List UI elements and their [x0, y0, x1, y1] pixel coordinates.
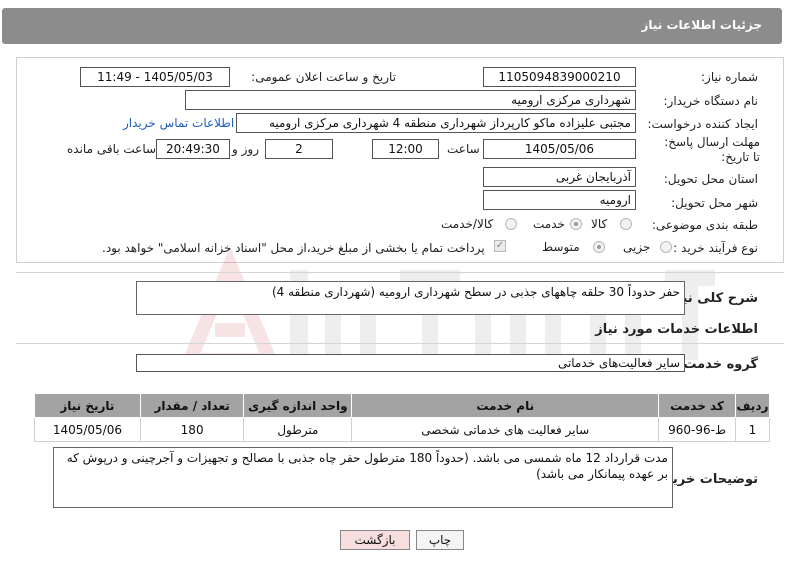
creator-field[interactable]: مجتبی علیزاده ماکو کارپرداز شهرداری منطق…: [236, 113, 636, 133]
category-goods-service-radio[interactable]: [505, 218, 517, 230]
col-name-header: نام خدمت: [351, 393, 660, 418]
table-header-row: ردیف کد خدمت نام خدمت واحد اندازه گیری ت…: [34, 393, 771, 418]
category-goods-service-label: کالا/خدمت: [441, 217, 494, 231]
col-qty-header: تعداد / مقدار: [139, 393, 245, 418]
section-divider: [16, 272, 784, 273]
need-date-cell: 1405/05/06: [34, 417, 141, 442]
col-unit-header: واحد اندازه گیری: [243, 393, 353, 418]
col-code-header: کد خدمت: [658, 393, 736, 418]
service-code-cell: ط-96-960: [658, 417, 736, 442]
category-goods-radio[interactable]: [620, 218, 632, 230]
city-label: شهر محل تحویل:: [671, 196, 758, 210]
summary-field[interactable]: حفر حدوداً 30 حلقه چاههای جذبی در سطح شه…: [136, 281, 685, 315]
province-field[interactable]: آذربایجان غربی: [483, 167, 636, 187]
announce-date-label: تاریخ و ساعت اعلان عمومی:: [251, 70, 396, 84]
print-button[interactable]: چاپ: [416, 530, 464, 550]
back-button[interactable]: بازگشت: [340, 530, 410, 550]
process-minor-radio[interactable]: [660, 241, 672, 253]
payment-note: پرداخت تمام یا بخشی از مبلغ خرید،از محل …: [102, 241, 485, 255]
buyer-org-label: نام دستگاه خریدار:: [663, 94, 759, 108]
table-row: 1 ط-96-960 سایر فعالیت های خدماتی شخصی م…: [34, 417, 771, 442]
unit-cell: مترطول: [243, 417, 353, 442]
category-goods-label: کالا: [591, 217, 608, 231]
remaining-time-label: ساعت باقی مانده: [67, 142, 157, 156]
process-minor-label: جزیی: [623, 240, 651, 254]
treasury-payment-checkbox[interactable]: ✓: [494, 240, 506, 252]
buyer-notes-field[interactable]: مدت قرارداد 12 ماه شمسی می باشد. (حدوداً…: [53, 447, 673, 508]
category-label: طبقه بندی موضوعی:: [651, 218, 758, 232]
row-number-cell: 1: [734, 417, 771, 442]
service-group-label: گروه خدمت:: [678, 357, 758, 372]
province-label: استان محل تحویل:: [663, 172, 758, 186]
services-section-title: اطلاعات خدمات مورد نیاز: [595, 322, 758, 337]
deadline-time-label: ساعت: [447, 142, 480, 156]
section-divider: [16, 343, 784, 344]
deadline-time-field[interactable]: 12:00: [372, 139, 439, 159]
days-field[interactable]: 2: [265, 139, 333, 159]
process-medium-label: متوسط: [542, 240, 580, 254]
days-label: روز و: [232, 142, 259, 156]
remaining-time-field[interactable]: 20:49:30: [156, 139, 230, 159]
col-date-header: تاریخ نیاز: [34, 393, 141, 418]
buyer-org-field[interactable]: شهرداری مرکزی ارومیه: [185, 90, 636, 110]
service-group-field[interactable]: سایر فعالیت‌های خدماتی: [136, 354, 685, 372]
page-title: جزئیات اطلاعات نیاز: [641, 18, 762, 32]
service-name-cell: سایر فعالیت های خدماتی شخصی: [351, 417, 660, 442]
buyer-contact-link[interactable]: اطلاعات تماس خریدار: [123, 116, 234, 130]
announce-date-field[interactable]: 1405/05/03 - 11:49: [80, 67, 230, 87]
deadline-date-field[interactable]: 1405/05/06: [483, 139, 636, 159]
need-number-label: شماره نیاز:: [701, 70, 758, 84]
process-label: نوع فرآیند خرید :: [673, 241, 758, 255]
services-table: ردیف کد خدمت نام خدمت واحد اندازه گیری ت…: [34, 393, 771, 442]
deadline-label: مهلت ارسال پاسخ: تا تاریخ:: [664, 135, 760, 164]
city-field[interactable]: ارومیه: [483, 190, 636, 210]
need-number-field[interactable]: 1105094839000210: [483, 67, 636, 87]
col-row-header: ردیف: [734, 393, 771, 418]
creator-label: ایجاد کننده درخواست:: [647, 117, 758, 131]
category-service-radio[interactable]: [570, 218, 582, 230]
category-service-label: خدمت: [533, 217, 565, 231]
quantity-cell: 180: [139, 417, 245, 442]
process-medium-radio[interactable]: [593, 241, 605, 253]
